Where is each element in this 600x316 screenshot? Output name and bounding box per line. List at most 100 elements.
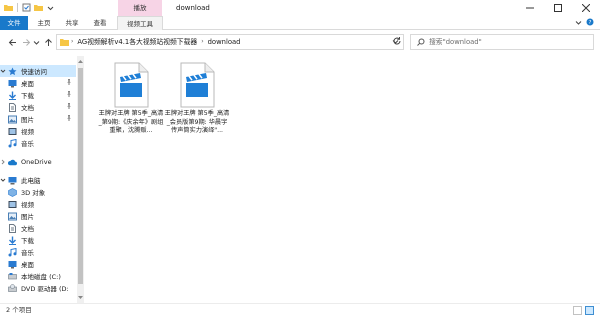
minimize-button[interactable] xyxy=(516,0,544,16)
sidebar-item-label: 音乐 xyxy=(21,249,34,257)
sidebar-item-local-disk-c[interactable]: 本地磁盘 (C:) xyxy=(8,270,76,282)
chevron-right-icon[interactable] xyxy=(0,159,6,165)
scrollbar-thumb[interactable] xyxy=(78,68,83,284)
sidebar-item-label: 本地磁盘 (C:) xyxy=(21,273,61,281)
breadcrumb-item[interactable]: download xyxy=(208,35,241,49)
maximize-button[interactable] xyxy=(544,0,572,16)
file-name: 王牌对王牌 第5季_高清_第9期:《庆余年》剧组重聚，沈腾贩... xyxy=(98,110,164,134)
sidebar-item-label: 视频 xyxy=(21,128,34,136)
search-input[interactable]: 搜索"download" xyxy=(410,34,594,50)
status-bar: 2 个项目 xyxy=(0,303,600,316)
chevron-right-icon: › xyxy=(71,38,74,45)
tab-video-tools[interactable]: 视频工具 xyxy=(117,16,163,31)
sidebar-item-downloads-pc[interactable]: 下载 xyxy=(8,234,76,246)
tab-file[interactable]: 文件 xyxy=(0,16,28,30)
search-icon xyxy=(417,38,425,48)
sidebar-item-dvd-drive-d[interactable]: DVD 驱动器 (D: xyxy=(8,282,76,294)
pin-icon[interactable] xyxy=(66,103,72,111)
customize-dropdown-icon[interactable] xyxy=(46,3,55,12)
forward-button[interactable] xyxy=(20,36,32,48)
details-view-icon[interactable] xyxy=(573,306,582,315)
sidebar-item-videos[interactable]: 视频 xyxy=(8,125,76,137)
pin-icon[interactable] xyxy=(66,115,72,123)
chevron-down-icon[interactable] xyxy=(0,177,6,183)
sidebar-item-label: 图片 xyxy=(21,213,34,221)
pin-icon[interactable] xyxy=(66,79,72,87)
breadcrumb-item[interactable]: AG视频解析v4.1各大视频站视频下载器 xyxy=(77,35,197,49)
drive-icon xyxy=(8,272,17,281)
recent-locations-icon[interactable] xyxy=(32,36,40,48)
chevron-down-icon[interactable] xyxy=(0,68,6,74)
back-button[interactable] xyxy=(6,36,18,48)
sidebar-item-label: DVD 驱动器 (D: xyxy=(21,285,69,293)
svg-text:?: ? xyxy=(589,20,592,26)
tab-share[interactable]: 共享 xyxy=(58,16,86,30)
address-bar[interactable]: › AG视频解析v4.1各大视频站视频下载器 › download xyxy=(56,34,404,50)
document-icon xyxy=(8,102,17,112)
file-list[interactable]: 王牌对王牌 第5季_高清_第9期:《庆余年》剧组重聚，沈腾贩... 王牌对王牌 … xyxy=(88,56,600,303)
sidebar-item-label: 快速访问 xyxy=(21,68,47,76)
tab-view[interactable]: 查看 xyxy=(86,16,114,30)
sidebar-item-label: 音乐 xyxy=(21,140,34,148)
cube-icon xyxy=(8,187,17,197)
context-tab-play[interactable]: 播放 xyxy=(118,0,162,16)
sidebar-item-label: OneDrive xyxy=(21,158,52,166)
sidebar-item-label: 下载 xyxy=(21,92,34,100)
sidebar-scrollbar[interactable] xyxy=(77,56,84,303)
sidebar-item-label: 图片 xyxy=(21,116,34,124)
sidebar-item-desktop-pc[interactable]: 桌面 xyxy=(8,258,76,270)
cloud-icon xyxy=(8,158,17,167)
download-arrow-icon xyxy=(8,236,17,245)
sidebar-item-videos-pc[interactable]: 视频 xyxy=(8,198,76,210)
file-item[interactable]: 王牌对王牌 第5季_高清_会员版第9期: 华晨宇传声筒实力演绎"... xyxy=(164,60,230,150)
sidebar-item-3d-objects[interactable]: 3D 对象 xyxy=(8,186,76,198)
sidebar-item-music-pc[interactable]: 音乐 xyxy=(8,246,76,258)
sidebar-item-quick-access[interactable]: 快速访问 xyxy=(0,65,76,77)
sidebar-item-pictures[interactable]: 图片 xyxy=(8,113,76,125)
properties-icon[interactable] xyxy=(22,3,31,12)
scroll-up-icon[interactable] xyxy=(78,57,83,65)
sidebar-item-this-pc[interactable]: 此电脑 xyxy=(0,174,76,186)
close-button[interactable] xyxy=(572,0,600,16)
sidebar-item-label: 此电脑 xyxy=(21,177,41,185)
breadcrumb: › AG视频解析v4.1各大视频站视频下载器 › download xyxy=(71,35,240,49)
sidebar-item-documents[interactable]: 文档 xyxy=(8,101,76,113)
new-folder-icon[interactable] xyxy=(34,3,43,12)
sidebar-item-downloads[interactable]: 下载 xyxy=(8,89,76,101)
sidebar-item-onedrive[interactable]: OneDrive xyxy=(0,156,76,168)
sidebar-item-music[interactable]: 音乐 xyxy=(8,137,76,149)
music-icon xyxy=(8,138,17,148)
view-toggle xyxy=(573,306,594,315)
tab-home[interactable]: 主页 xyxy=(30,16,58,30)
window-controls xyxy=(516,0,600,16)
video-icon xyxy=(8,200,17,209)
desktop-icon xyxy=(8,260,17,269)
download-arrow-icon xyxy=(8,91,17,100)
up-button[interactable] xyxy=(42,36,54,48)
sidebar-item-label: 3D 对象 xyxy=(21,189,46,197)
sidebar-item-label: 桌面 xyxy=(21,80,34,88)
folder-icon xyxy=(60,38,69,48)
folder-icon xyxy=(4,3,13,12)
computer-icon xyxy=(8,176,17,185)
help-icon[interactable]: ? xyxy=(586,18,594,28)
item-count: 2 个项目 xyxy=(6,306,32,314)
sidebar-item-label: 文档 xyxy=(21,225,34,233)
sidebar-item-label: 视频 xyxy=(21,201,34,209)
file-item[interactable]: 王牌对王牌 第5季_高清_第9期:《庆余年》剧组重聚，沈腾贩... xyxy=(98,60,164,150)
sidebar-item-documents-pc[interactable]: 文档 xyxy=(8,222,76,234)
search-placeholder: 搜索"download" xyxy=(429,38,482,46)
desktop-icon xyxy=(8,79,17,88)
video-icon xyxy=(8,127,17,136)
navigation-bar: › AG视频解析v4.1各大视频站视频下载器 › download 搜索"dow… xyxy=(0,30,600,54)
expand-ribbon-icon[interactable] xyxy=(575,19,582,28)
scroll-down-icon[interactable] xyxy=(78,294,83,302)
sidebar-item-label: 桌面 xyxy=(21,261,34,269)
large-icons-view-icon[interactable] xyxy=(585,306,594,315)
sidebar-item-pictures-pc[interactable]: 图片 xyxy=(8,210,76,222)
chevron-right-icon: › xyxy=(201,38,204,45)
refresh-button[interactable] xyxy=(392,36,402,48)
sidebar-item-desktop[interactable]: 桌面 xyxy=(8,77,76,89)
pin-icon[interactable] xyxy=(66,91,72,99)
picture-icon xyxy=(8,212,17,221)
